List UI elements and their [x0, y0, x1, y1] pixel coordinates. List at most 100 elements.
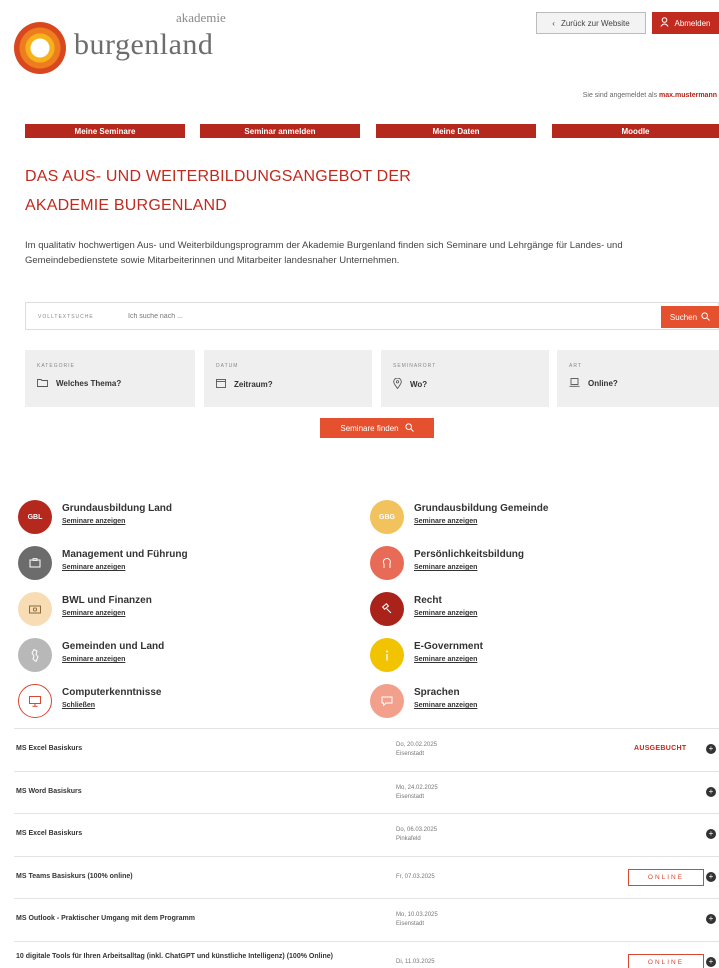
nav-seminar-anmelden[interactable]: Seminar anmelden — [200, 124, 360, 138]
header: akademie burgenland ‹ Zurück zur Website… — [0, 0, 719, 90]
logged-in-username[interactable]: max.mustermann — [659, 92, 717, 99]
gbl-badge-icon[interactable]: GBL — [18, 500, 52, 534]
category-bwl-finanzen: BWL und Finanzen Seminare anzeigen — [18, 592, 318, 628]
logged-in-prefix: Sie sind angemeldet als — [582, 92, 658, 99]
seminar-date-value: Di, 11.03.2025 — [396, 958, 435, 965]
persoenlichkeit-icon[interactable] — [370, 546, 404, 580]
category-close-link[interactable]: Schließen — [62, 702, 95, 709]
search-label: VOLLTEXTSUCHE — [38, 314, 94, 320]
seminar-date: Mo, 10.03.2025 Eisenstadt — [396, 911, 438, 929]
main-navigation: Meine Seminare Seminar anmelden Meine Da… — [25, 124, 719, 138]
filter-category-value: Welches Thema? — [56, 379, 122, 388]
category-title: Grundausbildung Gemeinde — [414, 503, 549, 514]
filter-type-value: Online? — [588, 379, 618, 388]
user-icon — [660, 17, 670, 29]
seminar-date: Do, 20.02.2025 Eisenstadt — [396, 741, 437, 759]
back-to-website-button[interactable]: ‹ Zurück zur Website — [536, 12, 646, 34]
seminar-list: MS Excel Basiskurs Do, 20.02.2025 Eisens… — [14, 728, 719, 968]
nav-meine-seminare[interactable]: Meine Seminare — [25, 124, 185, 138]
logout-button[interactable]: Abmelden — [652, 12, 719, 34]
category-title: Computerkenntnisse — [62, 687, 162, 698]
seminar-date-value: Mo, 24.02.2025 — [396, 784, 438, 791]
logout-label: Abmelden — [674, 18, 711, 28]
category-show-link[interactable]: Seminare anzeigen — [62, 564, 125, 571]
filter-type[interactable]: ART Online? — [557, 350, 719, 407]
category-show-link[interactable]: Seminare anzeigen — [414, 518, 477, 525]
category-management: Management und Führung Seminare anzeigen — [18, 546, 318, 582]
expand-plus-icon[interactable]: + — [706, 829, 716, 840]
seminar-title[interactable]: MS Word Basiskurs — [16, 787, 376, 797]
seminar-row[interactable]: MS Word Basiskurs Mo, 24.02.2025 Eisenst… — [14, 770, 719, 814]
category-grundausbildung-gemeinde: GBG Grundausbildung Gemeinde Seminare an… — [370, 500, 670, 536]
find-seminars-button[interactable]: Seminare finden — [320, 418, 434, 438]
seminar-row[interactable]: MS Outlook - Praktischer Umgang mit dem … — [14, 898, 719, 941]
filter-location-label: SEMINARORT — [393, 363, 437, 369]
category-title: Persönlichkeitsbildung — [414, 549, 525, 560]
seminar-title[interactable]: MS Excel Basiskurs — [16, 829, 376, 839]
nav-moodle[interactable]: Moodle — [552, 124, 719, 138]
logo-sun-icon[interactable] — [14, 22, 66, 74]
seminar-date: Fr, 07.03.2025 — [396, 873, 435, 882]
gavel-icon[interactable] — [370, 592, 404, 626]
expand-plus-icon[interactable]: + — [706, 786, 716, 797]
category-title: E-Government — [414, 641, 483, 652]
category-show-link[interactable]: Seminare anzeigen — [414, 702, 477, 709]
seminar-row[interactable]: 10 digitale Tools für Ihren Arbeitsallta… — [14, 940, 719, 968]
laptop-icon — [569, 378, 580, 389]
page-title-line1: DAS AUS- UND WEITERBILDUNGSANGEBOT DER — [25, 168, 412, 185]
online-badge: ONLINE — [628, 953, 704, 968]
info-icon[interactable] — [370, 638, 404, 672]
expand-plus-icon[interactable]: + — [706, 956, 716, 967]
gbg-badge-icon[interactable]: GBG — [370, 500, 404, 534]
seminar-date-value: Fr, 07.03.2025 — [396, 873, 435, 880]
seminar-row[interactable]: MS Excel Basiskurs Do, 20.02.2025 Eisens… — [14, 728, 719, 771]
nav-meine-daten[interactable]: Meine Daten — [376, 124, 536, 138]
category-show-link[interactable]: Seminare anzeigen — [62, 610, 125, 617]
expand-plus-icon[interactable]: + — [706, 914, 716, 925]
seminar-row[interactable]: MS Excel Basiskurs Do, 06.03.2025 Pinkaf… — [14, 813, 719, 856]
category-show-link[interactable]: Seminare anzeigen — [62, 518, 125, 525]
seminar-location: Eisenstadt — [396, 793, 425, 800]
category-show-link[interactable]: Seminare anzeigen — [414, 564, 477, 571]
category-show-link[interactable]: Seminare anzeigen — [414, 610, 477, 617]
logged-in-info: Sie sind angemeldet als max.mustermann — [583, 92, 717, 99]
folder-icon — [37, 378, 48, 389]
intro-text: Im qualitativ hochwertigen Aus- und Weit… — [25, 240, 623, 266]
search-button[interactable]: Suchen — [661, 306, 719, 328]
chevron-left-icon: ‹ — [552, 18, 555, 28]
seminar-date-value: Mo, 10.03.2025 — [396, 912, 438, 919]
category-title: Gemeinden und Land — [62, 641, 165, 652]
expand-plus-icon[interactable]: + — [706, 871, 716, 882]
category-persoenlichkeitsbildung: Persönlichkeitsbildung Seminare anzeigen — [370, 546, 670, 582]
back-to-website-label: Zurück zur Website — [560, 18, 630, 28]
speech-bubble-icon[interactable] — [370, 684, 404, 718]
category-computerkenntnisse: Computerkenntnisse Schließen — [18, 684, 318, 720]
seminar-date-value: Do, 06.03.2025 — [396, 827, 438, 834]
management-icon[interactable] — [18, 546, 52, 580]
filter-location-value: Wo? — [410, 380, 428, 389]
filter-category-label: KATEGORIE — [37, 363, 75, 369]
fulltext-search-bar: VOLLTEXTSUCHE Suchen — [25, 302, 719, 330]
seminar-date: Di, 11.03.2025 — [396, 958, 435, 967]
logo-burgenland-text[interactable]: burgenland — [74, 28, 213, 62]
monitor-icon[interactable] — [18, 684, 52, 718]
seminar-title[interactable]: MS Teams Basiskurs (100% online) — [16, 872, 376, 882]
filter-location[interactable]: SEMINARORT Wo? — [381, 350, 549, 407]
expand-plus-icon[interactable]: + — [706, 744, 716, 754]
category-recht: Recht Seminare anzeigen — [370, 592, 670, 628]
seminar-title[interactable]: MS Outlook - Praktischer Umgang mit dem … — [16, 914, 376, 924]
filter-type-label: ART — [569, 363, 582, 369]
seminar-row[interactable]: MS Teams Basiskurs (100% online) Fr, 07.… — [14, 855, 719, 899]
filter-date-value: Zeitraum? — [234, 379, 273, 389]
page-title: DAS AUS- UND WEITERBILDUNGSANGEBOT DER A… — [25, 162, 411, 220]
filter-date[interactable]: DATUM Zeitraum? — [204, 350, 372, 407]
filter-category[interactable]: KATEGORIE Welches Thema? — [25, 350, 195, 407]
seminar-title[interactable]: MS Excel Basiskurs — [16, 744, 376, 754]
map-region-icon[interactable] — [18, 638, 52, 672]
category-grundausbildung-land: GBL Grundausbildung Land Seminare anzeig… — [18, 500, 318, 536]
money-icon[interactable] — [18, 592, 52, 626]
search-input[interactable] — [128, 307, 648, 325]
category-show-link[interactable]: Seminare anzeigen — [62, 656, 125, 663]
seminar-title[interactable]: 10 digitale Tools für Ihren Arbeitsallta… — [16, 952, 376, 962]
category-show-link[interactable]: Seminare anzeigen — [414, 656, 477, 663]
